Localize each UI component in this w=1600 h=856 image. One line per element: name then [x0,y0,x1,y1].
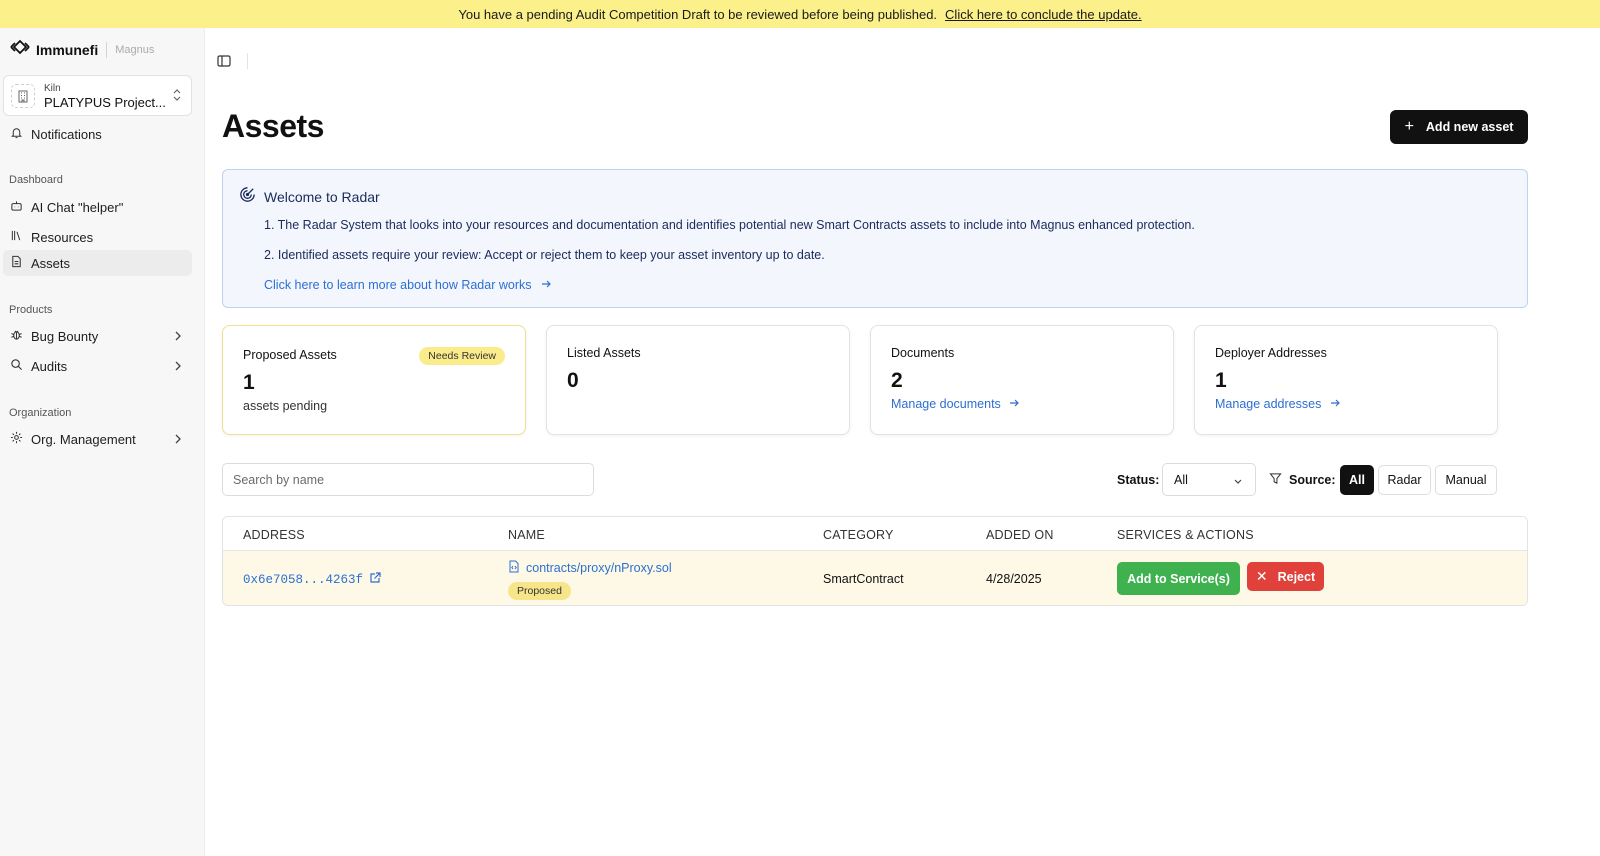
sidebar-item-audits[interactable]: Audits [3,353,192,379]
card-value: 0 [567,369,579,392]
status-label: Status: [1117,473,1160,487]
learn-more-radar-link[interactable]: Click here to learn more about how Radar… [264,278,552,292]
status-badge: Proposed [508,582,571,600]
plus-icon: + [1404,118,1414,135]
card-documents[interactable]: Documents 2 Manage documents [870,325,1174,435]
brand[interactable]: Immunefi Magnus [10,37,154,62]
sidebar-item-assets[interactable]: Assets [3,250,192,276]
card-value: 1 [1215,369,1227,392]
file-code-icon [508,560,520,576]
add-to-services-button[interactable]: Add to Service(s) [1117,562,1240,595]
asset-category: SmartContract [823,572,904,586]
source-option-manual[interactable]: Manual [1435,465,1497,495]
source-option-radar[interactable]: Radar [1378,465,1431,495]
gear-icon [10,431,23,447]
chevron-right-icon [174,433,182,448]
status-value: All [1174,472,1188,487]
sidebar-item-ai-chat[interactable]: AI Chat "helper" [3,194,192,220]
main-content: Assets + Add new asset Welcome to Radar … [206,35,1600,856]
search-input[interactable] [222,463,594,496]
card-title: Documents [891,346,955,360]
page-title: Assets [222,108,324,144]
column-header: SERVICES & ACTIONS [1117,528,1254,542]
project-org: Kiln [44,82,61,94]
chevron-down-icon [1233,475,1243,489]
sidebar: Immunefi Magnus Kiln PLATYPUS Project...… [0,28,205,856]
card-value: 1 [243,371,255,394]
needs-review-badge: Needs Review [419,347,505,365]
reject-button[interactable]: ✕ Reject [1247,562,1324,591]
add-new-asset-button[interactable]: + Add new asset [1390,110,1528,144]
welcome-line-2: 2. Identified assets require your review… [264,248,825,262]
card-value: 2 [891,369,903,392]
pending-draft-banner: You have a pending Audit Competition Dra… [0,0,1600,28]
manage-documents-link[interactable]: Manage documents [891,397,1020,411]
arrow-right-icon [1330,397,1341,411]
card-title: Deployer Addresses [1215,346,1327,360]
bug-icon [10,328,23,344]
asset-name-link[interactable]: contracts/proxy/nProxy.sol [508,560,672,576]
project-name: PLATYPUS Project... [44,94,166,110]
sidebar-item-resources[interactable]: Resources [3,224,192,250]
asset-added-on: 4/28/2025 [986,572,1042,586]
column-header: NAME [508,528,545,542]
table-header: ADDRESS NAME CATEGORY ADDED ON SERVICES … [223,517,1527,551]
status-select[interactable]: All [1162,463,1256,496]
bot-icon [10,199,23,215]
file-icon [10,255,23,271]
product-name: Magnus [115,43,155,56]
card-proposed-assets[interactable]: Proposed Assets Needs Review 1 assets pe… [222,325,526,435]
library-icon [10,229,23,245]
immunefi-logo-icon [10,37,30,62]
close-icon: ✕ [1255,568,1268,584]
manage-addresses-link[interactable]: Manage addresses [1215,397,1341,411]
search-icon [10,358,23,374]
welcome-title: Welcome to Radar [264,189,380,205]
card-title: Proposed Assets [243,348,337,362]
chevron-right-icon [174,360,182,375]
welcome-line-1: 1. The Radar System that looks into your… [264,218,1195,232]
section-label-products: Products [9,304,53,316]
column-header: ADDRESS [243,528,305,542]
card-listed-assets[interactable]: Listed Assets 0 [546,325,850,435]
toolbar-divider [247,53,248,69]
radar-welcome-panel: Welcome to Radar 1. The Radar System tha… [222,169,1528,308]
chevron-up-down-icon [172,88,182,107]
section-label-dashboard: Dashboard [9,174,63,186]
section-label-organization: Organization [9,407,72,419]
assets-table: ADDRESS NAME CATEGORY ADDED ON SERVICES … [222,516,1528,606]
brand-name: Immunefi [36,41,99,58]
external-link-icon [369,572,381,588]
card-subtitle: assets pending [243,399,328,413]
card-deployer-addresses[interactable]: Deployer Addresses 1 Manage addresses [1194,325,1498,435]
sidebar-toggle-icon[interactable] [217,54,231,73]
sidebar-item-org-management[interactable]: Org. Management [3,426,192,452]
filter-icon [1269,472,1282,490]
card-title: Listed Assets [567,346,641,360]
project-switcher[interactable]: Kiln PLATYPUS Project... [3,75,192,116]
source-label: Source: [1289,473,1336,487]
building-icon [11,83,35,108]
arrow-right-icon [1009,397,1020,411]
brand-divider [106,41,108,58]
sidebar-item-notifications[interactable]: Notifications [3,121,192,147]
chevron-right-icon [174,330,182,345]
column-header: ADDED ON [986,528,1054,542]
bell-icon [10,126,23,142]
source-option-all[interactable]: All [1340,465,1374,495]
asset-address-link[interactable]: 0x6e7058...4263f [243,572,381,588]
column-header: CATEGORY [823,528,894,542]
arrow-right-icon [541,278,552,292]
radar-icon [238,185,257,209]
table-row: 0x6e7058...4263f contracts/proxy/nProxy.… [223,551,1527,605]
sidebar-item-bug-bounty[interactable]: Bug Bounty [3,323,192,349]
conclude-update-link[interactable]: Click here to conclude the update. [945,7,1142,22]
banner-message: You have a pending Audit Competition Dra… [458,6,938,22]
